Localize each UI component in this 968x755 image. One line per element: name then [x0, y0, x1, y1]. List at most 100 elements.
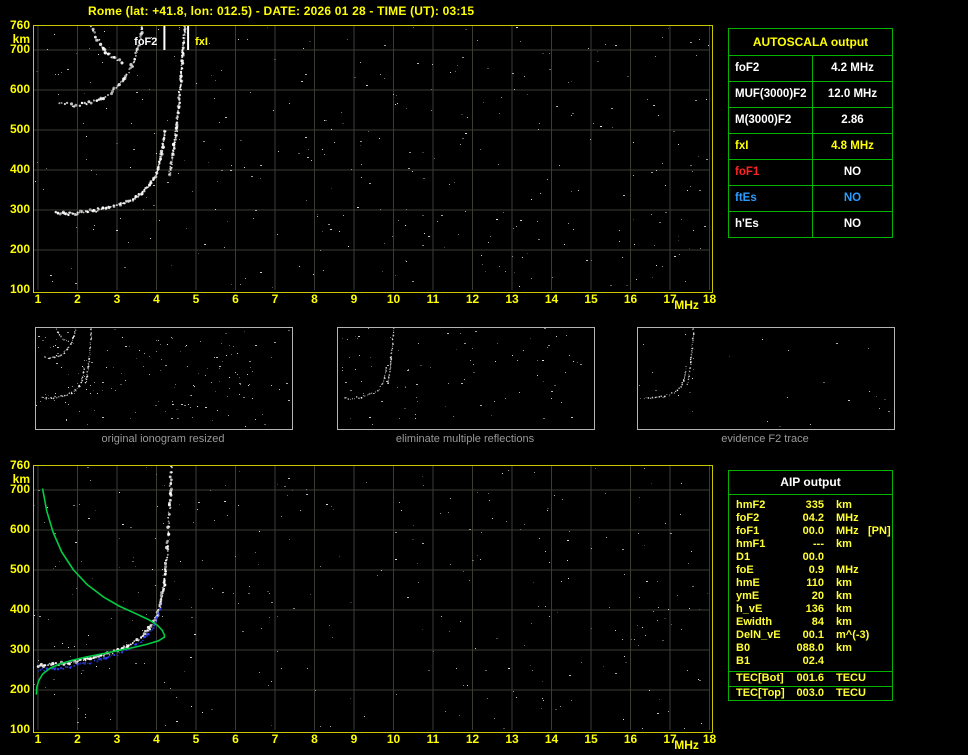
aip-param-unit [824, 551, 864, 564]
aip-output-table: AIP output hmF2 335 km foF2 04.2 MHz foF1 00.0 M… [728, 470, 893, 701]
thumbnail-caption-original: original ionogram resized [101, 433, 225, 445]
aip-param-unit: km [836, 538, 852, 550]
aip-row-b0: B0 088.0 km [736, 642, 892, 655]
aip-row-foe: foE 0.9 MHz [736, 564, 892, 577]
top-x-label-16: 16 [623, 292, 638, 306]
aip-param-name: DelN_vE [736, 629, 781, 641]
thumbnail-eliminate-reflections [337, 327, 595, 430]
autoscala-row-value: NO [843, 192, 862, 204]
thumbnail-1-canvas [342, 328, 582, 425]
autoscala-row-value: NO [843, 218, 862, 230]
bottom-y-label-700: 700 [9, 482, 30, 496]
bottom-x-label-10: 10 [386, 732, 401, 746]
thumbnail-caption-eliminate: eliminate multiple reflections [395, 433, 535, 445]
top-x-label-15: 15 [584, 292, 598, 306]
aip-param-extra [864, 603, 892, 616]
bottom-x-label-16: 16 [623, 732, 638, 746]
top-x-label-8: 8 [311, 292, 318, 306]
top-x-label-10: 10 [386, 292, 401, 306]
top-x-label-6: 6 [232, 292, 239, 306]
aip-param-value: 0.9 [808, 564, 824, 576]
aip-param-name: hmE [736, 577, 760, 589]
top-x-label-3: 3 [113, 292, 121, 306]
aip-param-unit: km [836, 642, 852, 654]
aip-param-name: foF2 [736, 512, 760, 524]
autoscala-row-label: fxI [729, 134, 813, 159]
bottom-x-label-18: 18 [702, 732, 717, 746]
aip-param-unit: km [836, 603, 852, 615]
bottom-x-label-3: 3 [113, 732, 121, 746]
aip-param-extra [864, 512, 892, 525]
aip-param-extra [864, 590, 892, 603]
aip-param-extra: [PN] [868, 525, 891, 537]
aip-param-extra [864, 629, 892, 642]
autoscala-row-value: NO [843, 166, 862, 178]
aip-param-value: 00.0 [802, 525, 824, 537]
aip-param-unit: km [836, 616, 852, 628]
aip-tec-name: TEC[Bot] [736, 672, 784, 684]
thumbnail-2-canvas [639, 328, 890, 427]
aip-param-name: B0 [736, 642, 751, 654]
bottom-x-label-4: 4 [153, 732, 160, 746]
autoscala-row-m3000f2: M(3000)F2 2.86 [729, 108, 892, 134]
marker-label-fxi: fxI [195, 36, 208, 48]
top-x-unit: MHz [674, 298, 699, 312]
autoscala-row-label: MUF(3000)F2 [729, 82, 813, 107]
aip-param-value: 00.1 [802, 629, 824, 641]
thumbnail-0-canvas [36, 328, 290, 427]
bottom-x-label-15: 15 [584, 732, 598, 746]
aip-param-name: hmF1 [736, 538, 766, 550]
thumbnail-caption-evidence: evidence F2 trace [721, 433, 809, 445]
aip-param-extra [864, 616, 892, 629]
aip-param-value: 84 [811, 616, 824, 628]
autoscala-table-header: AUTOSCALA output [729, 29, 892, 56]
aip-param-unit: MHz [836, 512, 859, 524]
aip-param-extra [864, 551, 892, 564]
aip-row-fof1: foF1 00.0 MHz [PN] [736, 525, 892, 538]
aip-param-unit [824, 655, 864, 668]
bottom-x-label-14: 14 [544, 732, 559, 746]
aip-tec-value: 001.6 [796, 672, 824, 684]
bottom-x-label-2: 2 [74, 732, 81, 746]
top-x-label-2: 2 [74, 292, 81, 306]
aip-tec-row-top: TEC[Top] 003.0 TECU [729, 685, 892, 701]
aip-param-name: foE [736, 564, 754, 576]
aip-tec-row-bot: TEC[Bot] 001.6 TECU [729, 671, 892, 686]
top-x-label-9: 9 [350, 292, 358, 306]
autoscala-row-value: 2.86 [841, 114, 864, 126]
aip-row-delnve: DelN_vE 00.1 m^(-3) [736, 629, 892, 642]
autoscala-row-value: 4.2 MHz [831, 62, 874, 74]
autoscala-row-hes: h'Es NO [729, 212, 892, 237]
aip-tec-rows: TEC[Bot] 001.6 TECU TEC[Top] 003.0 TECU [729, 671, 892, 700]
autoscala-app: Rome (lat: +41.8, lon: 012.5) - DATE: 20… [0, 0, 968, 755]
aip-param-extra [864, 538, 892, 551]
top-y-label-600: 600 [9, 82, 30, 96]
aip-table-header: AIP output [729, 471, 892, 495]
top-y-label-400: 400 [9, 162, 30, 176]
bottom-y-label-200: 200 [9, 682, 30, 696]
aip-param-name: foF1 [736, 525, 760, 537]
top-x-label-1: 1 [34, 292, 42, 306]
top-x-label-12: 12 [465, 292, 480, 306]
aip-param-value: 04.2 [802, 512, 824, 524]
top-x-label-14: 14 [544, 292, 559, 306]
aip-param-value: 00.0 [802, 551, 824, 563]
aip-param-extra [864, 499, 892, 512]
aip-param-value: --- [813, 538, 824, 550]
top-x-label-7: 7 [271, 292, 279, 306]
aip-param-name: B1 [736, 655, 751, 667]
autoscala-row-fof1: foF1 NO [729, 160, 892, 186]
bottom-y-label-300: 300 [9, 642, 30, 656]
aip-row-d1: D1 00.0 [736, 551, 892, 564]
aip-row-hmf2: hmF2 335 km [736, 499, 892, 512]
ionogram-plot-bottom [33, 465, 713, 733]
aip-table-rows: hmF2 335 km foF2 04.2 MHz foF1 00.0 MHz [PN] hmF1 -… [729, 495, 892, 671]
aip-param-value: 335 [805, 499, 824, 511]
autoscala-row-label: foF1 [729, 160, 813, 185]
aip-param-name: Ewidth [736, 616, 773, 628]
aip-tec-unit: TECU [836, 686, 866, 699]
autoscala-row-ftes: ftEs NO [729, 186, 892, 212]
aip-tec-name: TEC[Top] [736, 686, 785, 699]
autoscala-row-label: foF2 [729, 56, 813, 81]
bottom-x-label-13: 13 [505, 732, 519, 746]
